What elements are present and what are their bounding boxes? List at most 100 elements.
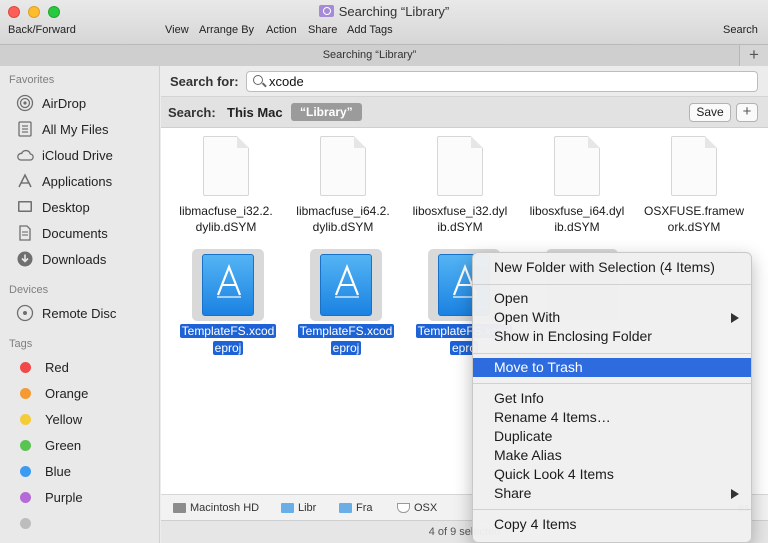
search-button[interactable]: Search bbox=[723, 24, 758, 36]
sidebar-tag-blue[interactable]: Blue bbox=[16, 460, 71, 482]
yellow-tag-icon bbox=[20, 413, 31, 425]
path-item-osxfuse[interactable]: OSX bbox=[397, 502, 437, 514]
gray-tag-icon bbox=[20, 517, 31, 529]
sidebar-tag-green[interactable]: Green bbox=[16, 434, 81, 456]
applications-icon bbox=[16, 172, 34, 190]
sidebar-tag-yellow[interactable]: Yellow bbox=[16, 408, 82, 430]
scope-library[interactable]: “Library” bbox=[291, 103, 362, 121]
shield-icon bbox=[397, 503, 410, 513]
file-name[interactable]: TemplateFS.xcod eproj bbox=[290, 323, 402, 357]
green-tag-icon bbox=[20, 439, 31, 451]
file-name: libmacfuse_i64.2. dylib.dSYM bbox=[296, 204, 390, 234]
menu-item-make-alias[interactable]: Make Alias bbox=[473, 446, 751, 465]
sidebar-tag-more[interactable] bbox=[16, 512, 45, 534]
save-search-button[interactable]: Save bbox=[689, 103, 731, 122]
file-item[interactable]: libosxfuse_i64.dyl ib.dSYM bbox=[517, 136, 637, 235]
sidebar-tag-orange[interactable]: Orange bbox=[16, 382, 88, 404]
sidebar-item-applications[interactable]: Applications bbox=[16, 170, 112, 192]
menu-item-move-to-trash[interactable]: Move to Trash bbox=[473, 358, 751, 377]
menu-separator bbox=[473, 509, 751, 510]
menu-item-copy[interactable]: Copy 4 Items bbox=[473, 515, 751, 534]
menu-item-new-folder-with-selection[interactable]: New Folder with Selection (4 Items) bbox=[473, 258, 751, 277]
scope-this-mac[interactable]: This Mac bbox=[227, 105, 283, 120]
sidebar-item-documents[interactable]: Documents bbox=[16, 222, 108, 244]
context-menu: New Folder with Selection (4 Items) Open… bbox=[472, 252, 752, 543]
tab-bar: Searching “Library” + bbox=[0, 44, 768, 66]
document-icon bbox=[320, 136, 366, 196]
cloud-icon bbox=[16, 146, 34, 164]
sidebar-item-label: Documents bbox=[42, 225, 108, 241]
sidebar-item-label: Downloads bbox=[42, 251, 107, 267]
documents-icon bbox=[16, 224, 34, 242]
menu-item-open-with[interactable]: Open With bbox=[473, 308, 751, 327]
file-name: OSXFUSE.framew ork.dSYM bbox=[643, 204, 745, 234]
view-button[interactable]: View bbox=[165, 24, 189, 36]
search-input[interactable]: xcode bbox=[246, 71, 758, 92]
submenu-arrow-icon bbox=[731, 313, 739, 323]
sidebar-item-label: Purple bbox=[45, 489, 83, 505]
xcode-project-icon[interactable] bbox=[320, 254, 372, 316]
search-for-label: Search for: bbox=[170, 74, 239, 89]
menu-item-quick-look[interactable]: Quick Look 4 Items bbox=[473, 465, 751, 484]
xcode-project-icon[interactable] bbox=[202, 254, 254, 316]
menu-item-show-in-enclosing-folder[interactable]: Show in Enclosing Folder bbox=[473, 327, 751, 346]
search-scope-bar: Search: This Mac “Library” Save + bbox=[161, 97, 768, 128]
menu-separator bbox=[473, 284, 751, 285]
sidebar-item-remote-disc[interactable]: Remote Disc bbox=[16, 302, 116, 324]
search-input-value: xcode bbox=[269, 74, 304, 89]
add-tags-button[interactable]: Add Tags bbox=[347, 24, 393, 36]
menu-item-get-info[interactable]: Get Info bbox=[473, 389, 751, 408]
folder-icon bbox=[281, 503, 294, 513]
search-scope-label: Search: bbox=[168, 105, 216, 120]
back-forward-button[interactable]: Back/Forward bbox=[8, 24, 76, 36]
sidebar-item-all-my-files[interactable]: All My Files bbox=[16, 118, 108, 140]
menu-item-open[interactable]: Open bbox=[473, 289, 751, 308]
tags-section-title: Tags bbox=[9, 338, 33, 350]
sidebar-item-label: Applications bbox=[42, 173, 113, 189]
sidebar: Favorites AirDrop All My Files iCloud Dr… bbox=[0, 66, 160, 543]
blue-tag-icon bbox=[20, 465, 31, 477]
devices-section-title: Devices bbox=[9, 284, 49, 296]
menu-item-rename[interactable]: Rename 4 Items… bbox=[473, 408, 751, 427]
path-item-library[interactable]: Libr bbox=[281, 502, 316, 514]
folder-icon bbox=[339, 503, 352, 513]
file-item[interactable]: libmacfuse_i32.2. dylib.dSYM bbox=[166, 136, 286, 235]
hard-drive-icon bbox=[173, 503, 186, 513]
sidebar-item-downloads[interactable]: Downloads bbox=[16, 248, 106, 270]
sidebar-tag-red[interactable]: Red bbox=[16, 356, 69, 378]
file-item[interactable]: libosxfuse_i32.dyl ib.dSYM bbox=[400, 136, 520, 235]
menu-separator bbox=[473, 353, 751, 354]
path-item-frameworks[interactable]: Fra bbox=[339, 502, 373, 514]
new-tab-button[interactable]: + bbox=[740, 45, 768, 66]
file-name[interactable]: TemplateFS.xcod eproj bbox=[172, 323, 284, 357]
menu-separator bbox=[473, 383, 751, 384]
search-bar: Search for: xcode bbox=[161, 66, 768, 97]
document-icon bbox=[671, 136, 717, 196]
path-item-macintosh-hd[interactable]: Macintosh HD bbox=[173, 502, 259, 514]
arrange-by-button[interactable]: Arrange By bbox=[199, 24, 254, 36]
file-name: libosxfuse_i32.dyl ib.dSYM bbox=[412, 204, 508, 234]
all-files-icon bbox=[16, 120, 34, 138]
tab-searching-library[interactable]: Searching “Library” bbox=[0, 45, 740, 66]
sidebar-item-icloud-drive[interactable]: iCloud Drive bbox=[16, 144, 113, 166]
share-button[interactable]: Share bbox=[308, 24, 337, 36]
file-item[interactable]: libmacfuse_i64.2. dylib.dSYM bbox=[283, 136, 403, 235]
document-icon bbox=[203, 136, 249, 196]
submenu-arrow-icon bbox=[731, 489, 739, 499]
document-icon bbox=[554, 136, 600, 196]
sidebar-tag-purple[interactable]: Purple bbox=[16, 486, 83, 508]
sidebar-item-label: Green bbox=[45, 437, 82, 453]
orange-tag-icon bbox=[20, 387, 31, 399]
sidebar-item-desktop[interactable]: Desktop bbox=[16, 196, 90, 218]
action-button[interactable]: Action bbox=[266, 24, 297, 36]
smart-folder-icon bbox=[318, 5, 334, 17]
file-item[interactable]: OSXFUSE.framew ork.dSYM bbox=[634, 136, 754, 235]
document-icon bbox=[437, 136, 483, 196]
menu-item-share[interactable]: Share bbox=[473, 484, 751, 503]
sidebar-item-airdrop[interactable]: AirDrop bbox=[16, 92, 86, 114]
menu-item-duplicate[interactable]: Duplicate bbox=[473, 427, 751, 446]
purple-tag-icon bbox=[20, 491, 31, 503]
disc-icon bbox=[16, 304, 34, 322]
add-criteria-button[interactable]: + bbox=[736, 103, 758, 122]
sidebar-item-label: Red bbox=[45, 359, 69, 375]
